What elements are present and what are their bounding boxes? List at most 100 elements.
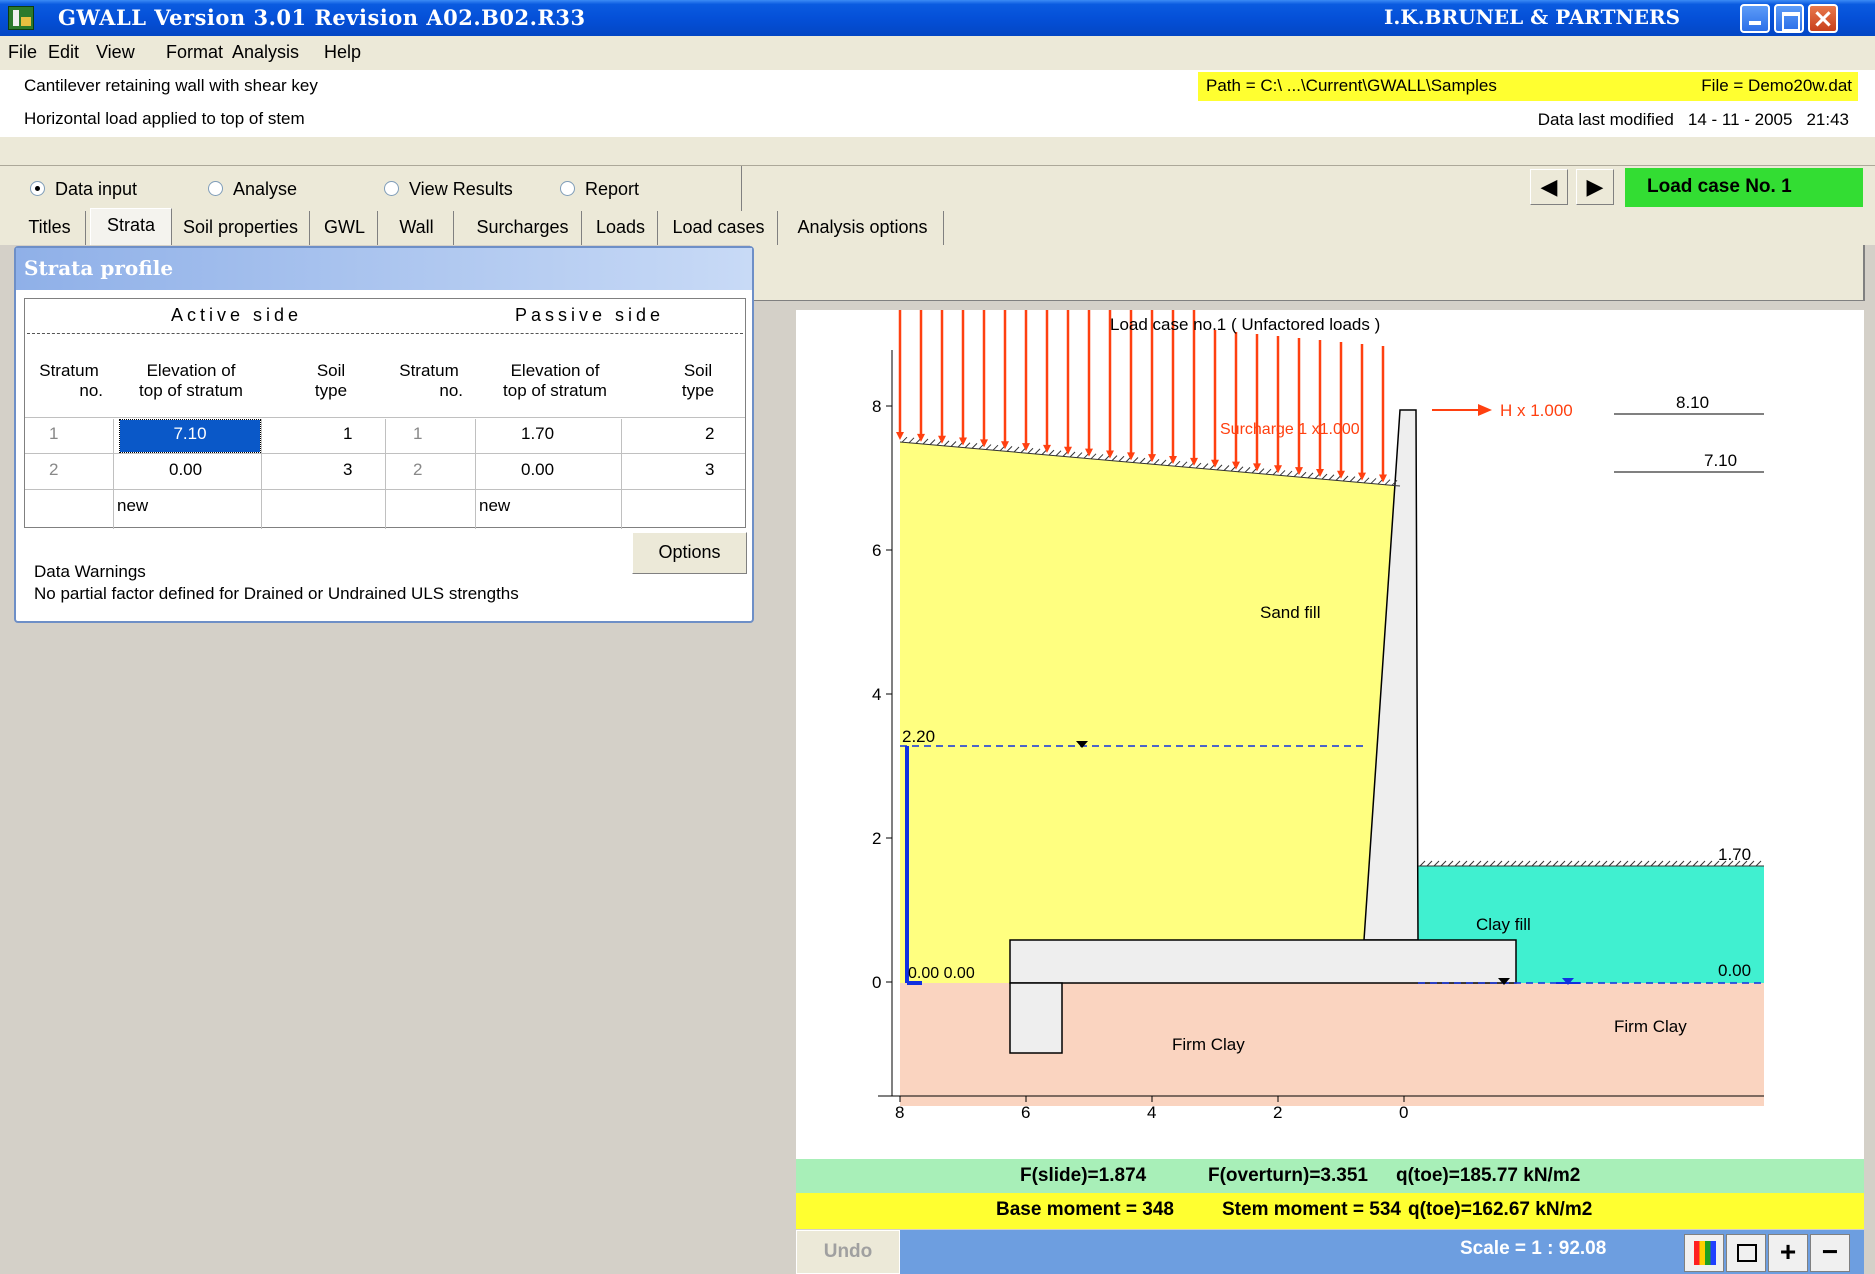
active-elevation[interactable]: 0.00 [169,460,202,480]
tab-soil-properties[interactable]: Soil properties [172,211,310,245]
hatch-tick [1153,458,1160,465]
tab-strata[interactable]: Strata [90,208,172,245]
minimize-button[interactable] [1740,4,1770,33]
color-bars-icon [1694,1241,1716,1265]
surcharge-arrow-head [896,432,904,440]
hatch-tick [1342,475,1349,482]
hatch-tick [950,441,957,447]
header-text: Soil [683,361,713,380]
tab-wall[interactable]: Wall [380,211,454,245]
x-tick-label: 2 [1273,1103,1282,1122]
options-button[interactable]: Options [632,532,747,574]
maximize-button[interactable] [1774,4,1804,33]
hatch-tick [922,438,929,445]
radio-label: View Results [409,179,513,199]
tab-loads[interactable]: Loads [584,211,658,245]
hatch-tick [1699,860,1706,867]
close-button[interactable]: × [1808,4,1838,34]
next-load-case-button[interactable]: ▶ [1576,169,1614,205]
undo-button[interactable]: Undo [796,1230,900,1274]
passive-soil-type[interactable]: 3 [705,460,714,480]
prev-load-case-button[interactable]: ◀ [1530,169,1568,205]
hatch-tick [1475,860,1482,867]
hatch-ticks-passive [1419,860,1762,867]
radio-view-results[interactable]: View Results [384,179,513,200]
modified-date: 14 - 11 - 2005 [1687,110,1793,129]
modified-info: Data last modified 14 - 11 - 2005 21:43 [1538,110,1849,130]
hatch-tick [1090,453,1097,460]
mode-radio-group: Data input Analyse View Results Report [0,166,742,212]
tab-titles[interactable]: Titles [14,211,86,245]
hatch-tick [1643,860,1650,867]
hatch-tick [1328,474,1335,481]
menu-bar: File Edit View Format Analysis Help [0,36,1875,70]
frame-button[interactable] [1726,1234,1766,1272]
menu-analysis[interactable]: Analysis [232,42,299,63]
f-overturn: F(overturn)=3.351 [1208,1165,1368,1186]
left-empty-area [0,624,796,1274]
hatch-tick [1006,446,1013,452]
zoom-out-button[interactable]: − [1810,1234,1850,1272]
header-text: type [314,381,348,400]
tab-gwl[interactable]: GWL [312,211,378,245]
strata-panel: Strata profile Active side Passive side … [14,246,754,623]
hatch-tick [1608,860,1615,867]
radio-analyse[interactable]: Analyse [208,179,297,200]
passive-new-entry[interactable]: new [479,496,510,516]
hatch-tick [1678,860,1685,867]
y-tick-label: 4 [872,685,881,704]
window-title: GWALL Version 3.01 Revision A02.B02.R33 [58,5,586,30]
base-moment: Base moment = 348 [996,1199,1174,1220]
radio-report[interactable]: Report [560,179,639,200]
app-icon[interactable] [8,6,34,30]
wall-drawing[interactable]: Surcharge 1 x1.000 H x 1.000 8.10 7.10 1… [796,310,1864,1160]
hatch-tick [1027,447,1034,454]
hatch-tick [1587,860,1594,867]
y-tick-label: 0 [872,973,881,992]
header-text: Elevation of [146,361,236,380]
mode-row: Data input Analyse View Results Report ◀… [0,165,1875,212]
active-new-entry[interactable]: new [117,496,148,516]
col-active-stratum: Stratum no. [29,361,109,401]
gwl-base-label: 0.00 0.00 [908,965,975,982]
tab-analysis-options[interactable]: Analysis options [782,211,944,245]
hatch-tick [1496,860,1503,867]
passive-stratum-no: 1 [413,424,423,443]
col-active-elevation: Elevation of top of stratum [111,361,271,401]
title-bar: GWALL Version 3.01 Revision A02.B02.R33 … [0,0,1875,36]
menu-file[interactable]: File [8,42,37,63]
hatch-tick [1139,457,1146,464]
header-text: no. [79,381,103,400]
passive-elevation[interactable]: 1.70 [521,424,554,444]
menu-view[interactable]: View [96,42,135,63]
bottom-toolbar: Undo Scale = 1 : 92.08 + − [796,1230,1864,1274]
hatch-tick [1440,860,1447,867]
tab-surcharges[interactable]: Surcharges [464,211,582,245]
menu-edit[interactable]: Edit [48,42,79,63]
active-side-header: Active side [171,305,303,325]
active-soil-type[interactable]: 1 [343,424,352,444]
menu-help[interactable]: Help [324,42,361,63]
shear-key [1009,982,1063,1054]
passive-soil-type[interactable]: 2 [705,424,714,444]
col-passive-elevation: Elevation of top of stratum [475,361,635,401]
hatch-tick [1321,473,1328,480]
active-elevation-cell-selected[interactable]: 7.10 [119,419,261,453]
hatch-tick [971,442,978,449]
hatch-tick [1118,455,1125,462]
hatch-tick [1237,466,1244,473]
tab-load-cases[interactable]: Load cases [660,211,778,245]
radio-data-input[interactable]: Data input [30,179,137,200]
hatch-tick [943,440,950,447]
hatch-tick [1692,860,1699,867]
colors-button[interactable] [1684,1234,1724,1272]
zoom-in-button[interactable]: + [1768,1234,1808,1272]
header-text: type [681,381,715,400]
title-line-1-row: Cantilever retaining wall with shear key… [0,70,1875,103]
q-toe-2: q(toe)=162.67 kN/m2 [1408,1199,1593,1220]
active-soil-type[interactable]: 3 [343,460,352,480]
hatch-tick [1181,461,1188,468]
hatch-tick [1013,446,1020,453]
menu-format[interactable]: Format [166,42,223,63]
passive-elevation[interactable]: 0.00 [521,460,554,480]
